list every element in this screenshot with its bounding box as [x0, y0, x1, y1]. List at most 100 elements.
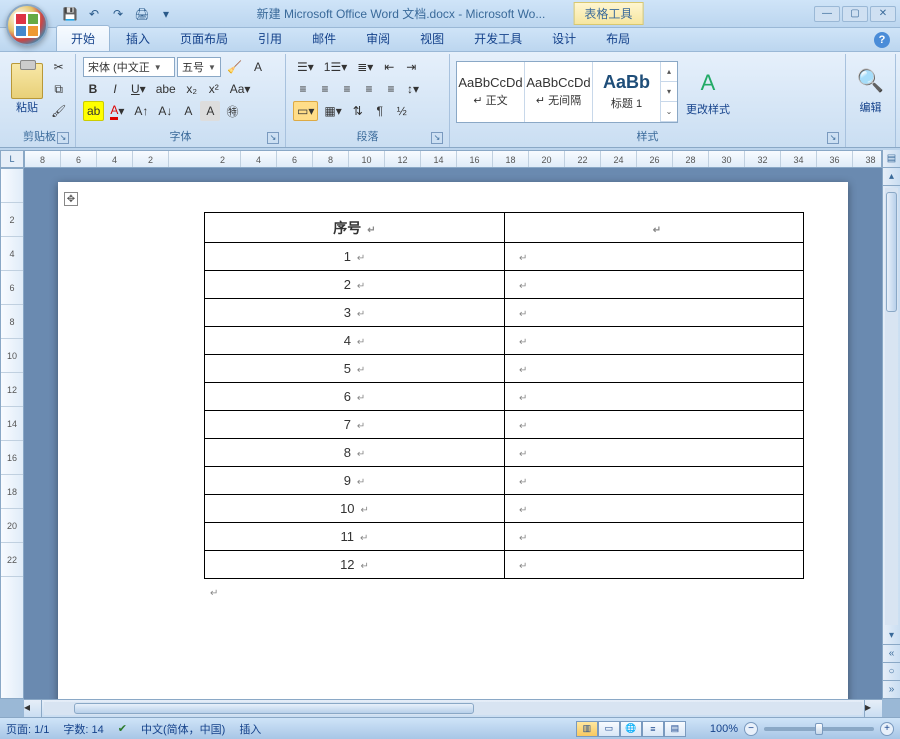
- view-web-layout-icon[interactable]: 🌐: [620, 721, 642, 737]
- status-word-count[interactable]: 字数: 14: [63, 721, 103, 737]
- table-header-cell[interactable]: 序号↵: [205, 213, 505, 243]
- minimize-button[interactable]: —: [814, 6, 840, 22]
- phonetic-guide-icon[interactable]: A: [248, 57, 268, 77]
- scroll-right-button[interactable]: ▸: [864, 700, 882, 717]
- table-cell[interactable]: ↵: [505, 439, 804, 467]
- tab-review[interactable]: 审阅: [352, 26, 404, 51]
- font-family-combo[interactable]: 宋体 (中文正▼: [83, 57, 175, 77]
- maximize-button[interactable]: ▢: [842, 6, 868, 22]
- format-painter-icon[interactable]: 🖌: [47, 101, 70, 121]
- table-row[interactable]: 11↵↵: [205, 523, 804, 551]
- table-row[interactable]: 4↵↵: [205, 327, 804, 355]
- font-launcher[interactable]: ↘: [267, 132, 279, 144]
- tab-table-design[interactable]: 设计: [538, 26, 590, 51]
- status-insert-mode[interactable]: 插入: [239, 721, 261, 737]
- status-language[interactable]: 中文(简体，中国): [141, 721, 225, 737]
- table-cell[interactable]: 10↵: [205, 495, 505, 523]
- bold-button[interactable]: B: [83, 79, 103, 99]
- font-color-button[interactable]: A▾: [106, 101, 128, 121]
- table-row[interactable]: 6↵↵: [205, 383, 804, 411]
- table-cell[interactable]: 5↵: [205, 355, 505, 383]
- qat-dropdown-icon[interactable]: ▾: [156, 4, 176, 24]
- clipboard-launcher[interactable]: ↘: [57, 132, 69, 144]
- undo-icon[interactable]: ↶: [84, 4, 104, 24]
- tab-developer[interactable]: 开发工具: [460, 26, 536, 51]
- view-outline-icon[interactable]: ≡: [642, 721, 664, 737]
- table-cell[interactable]: ↵: [505, 383, 804, 411]
- table-cell[interactable]: ↵: [505, 355, 804, 383]
- copy-icon[interactable]: ⧉: [47, 79, 70, 99]
- table-cell[interactable]: ↵: [505, 327, 804, 355]
- cut-icon[interactable]: ✂: [47, 57, 70, 77]
- underline-button[interactable]: U▾: [127, 79, 150, 99]
- line-spacing-button[interactable]: ↕▾: [403, 79, 423, 99]
- zoom-slider-knob[interactable]: [815, 723, 823, 735]
- table-row[interactable]: 12↵↵: [205, 551, 804, 579]
- gallery-scroll[interactable]: ▴▾⌄: [661, 62, 677, 122]
- table-cell[interactable]: ↵: [505, 551, 804, 579]
- status-spellcheck-icon[interactable]: ✔: [118, 722, 127, 735]
- styles-gallery[interactable]: AaBbCcDd↵ 正文 AaBbCcDd↵ 无间隔 AaBb标题 1 ▴▾⌄: [456, 61, 678, 123]
- table-cell[interactable]: 9↵: [205, 467, 505, 495]
- horizontal-ruler[interactable]: 8642246810121416182022242628303234363840…: [24, 150, 882, 168]
- table-cell[interactable]: ↵: [505, 299, 804, 327]
- next-page-button[interactable]: »: [883, 681, 900, 699]
- style-item-normal[interactable]: AaBbCcDd↵ 正文: [457, 62, 525, 122]
- redo-icon[interactable]: ↷: [108, 4, 128, 24]
- tab-references[interactable]: 引用: [244, 26, 296, 51]
- document-table[interactable]: 序号↵ ↵ 1↵↵2↵↵3↵↵4↵↵5↵↵6↵↵7↵↵8↵↵9↵↵10↵↵11↵…: [204, 212, 804, 579]
- shrink-font-button[interactable]: A↓: [154, 101, 176, 121]
- multilevel-list-button[interactable]: ≣▾: [353, 57, 377, 77]
- close-button[interactable]: ✕: [870, 6, 896, 22]
- table-cell[interactable]: 2↵: [205, 271, 505, 299]
- tab-page-layout[interactable]: 页面布局: [166, 26, 242, 51]
- style-item-heading1[interactable]: AaBb标题 1: [593, 62, 661, 122]
- align-right-button[interactable]: ≡: [337, 79, 357, 99]
- sort-button[interactable]: ⇅: [348, 101, 368, 121]
- view-full-screen-icon[interactable]: ▭: [598, 721, 620, 737]
- table-cell[interactable]: 4↵: [205, 327, 505, 355]
- table-cell[interactable]: 3↵: [205, 299, 505, 327]
- table-row[interactable]: 5↵↵: [205, 355, 804, 383]
- help-icon[interactable]: ?: [874, 32, 890, 48]
- decrease-indent-button[interactable]: ⇤: [379, 57, 399, 77]
- table-row[interactable]: 9↵↵: [205, 467, 804, 495]
- ruler-corner[interactable]: L: [0, 150, 24, 168]
- zoom-slider[interactable]: [764, 727, 874, 731]
- style-item-nospacing[interactable]: AaBbCcDd↵ 无间隔: [525, 62, 593, 122]
- table-header-cell[interactable]: ↵: [505, 213, 804, 243]
- subscript-button[interactable]: x₂: [182, 79, 202, 99]
- superscript-button[interactable]: x²: [204, 79, 224, 99]
- view-draft-icon[interactable]: ▤: [664, 721, 686, 737]
- change-case-button[interactable]: Aa▾: [226, 79, 255, 99]
- change-styles-button[interactable]: A 更改样式: [684, 58, 732, 126]
- zoom-out-button[interactable]: −: [744, 722, 758, 736]
- shading-button[interactable]: ▭▾: [293, 101, 318, 121]
- horizontal-scrollbar[interactable]: [44, 702, 862, 715]
- save-icon[interactable]: 💾: [60, 4, 80, 24]
- table-cell[interactable]: ↵: [505, 467, 804, 495]
- table-cell[interactable]: ↵: [505, 523, 804, 551]
- scroll-left-button[interactable]: ◂: [24, 700, 42, 717]
- bullets-button[interactable]: ☰▾: [293, 57, 318, 77]
- styles-launcher[interactable]: ↘: [827, 132, 839, 144]
- character-shading-button[interactable]: A: [200, 101, 220, 121]
- zoom-value[interactable]: 100%: [710, 723, 738, 735]
- browse-object-button[interactable]: ○: [883, 663, 900, 681]
- table-cell[interactable]: 1↵: [205, 243, 505, 271]
- scrollbar-thumb[interactable]: [886, 192, 897, 312]
- paste-button[interactable]: 粘贴: [10, 56, 44, 124]
- view-print-layout-icon[interactable]: ▥: [576, 721, 598, 737]
- status-page[interactable]: 页面: 1/1: [6, 721, 49, 737]
- page[interactable]: ✥ 序号↵ ↵ 1↵↵2↵↵3↵↵4↵↵5↵↵6↵↵7↵↵8↵↵9↵↵10↵↵1…: [58, 182, 848, 699]
- table-cell[interactable]: 7↵: [205, 411, 505, 439]
- table-row[interactable]: 10↵↵: [205, 495, 804, 523]
- tab-mailings[interactable]: 邮件: [298, 26, 350, 51]
- table-row[interactable]: 7↵↵: [205, 411, 804, 439]
- align-left-button[interactable]: ≡: [293, 79, 313, 99]
- asian-layout-button[interactable]: ½: [392, 101, 412, 121]
- table-cell[interactable]: 8↵: [205, 439, 505, 467]
- qat-button[interactable]: 🖨: [132, 4, 152, 24]
- table-cell[interactable]: ↵: [505, 243, 804, 271]
- italic-button[interactable]: I: [105, 79, 125, 99]
